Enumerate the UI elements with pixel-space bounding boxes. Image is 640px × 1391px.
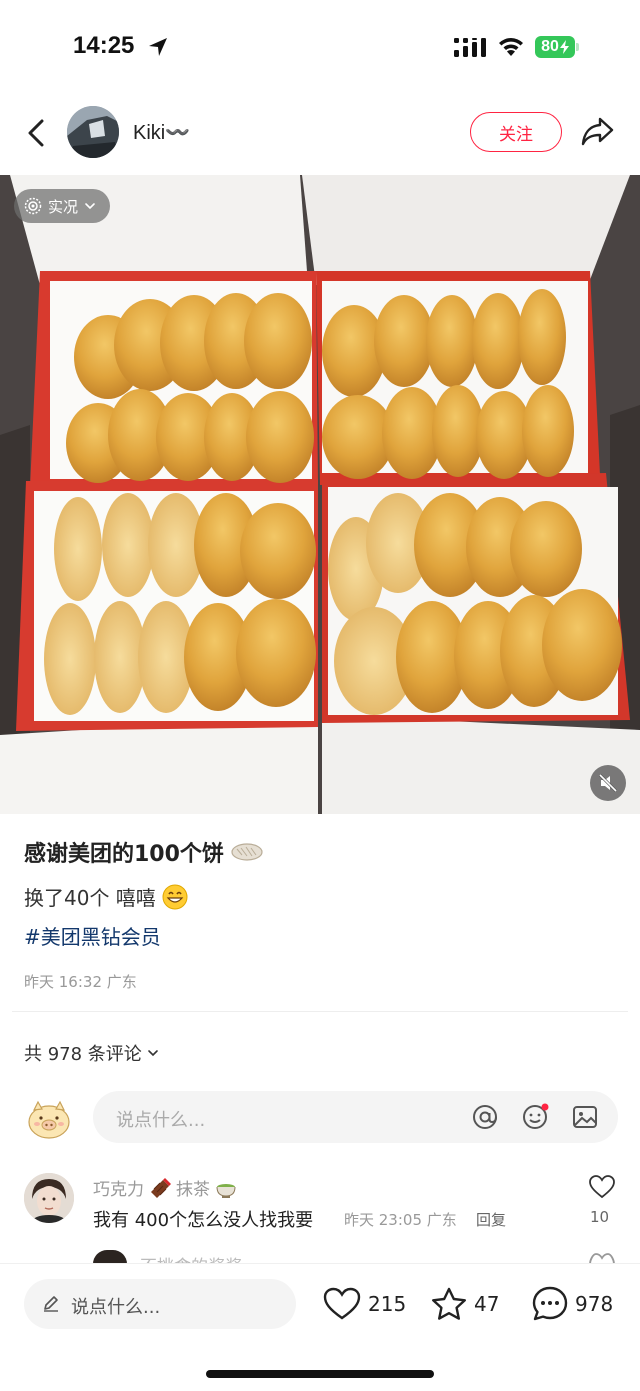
comment-total-count: 978 <box>575 1292 614 1316</box>
author-avatar[interactable] <box>67 106 119 158</box>
comment-button[interactable]: 978 <box>531 1284 613 1324</box>
speaker-muted-icon <box>598 773 618 793</box>
author-name[interactable]: Kiki〰️ <box>133 120 190 145</box>
bottom-input-placeholder: 说点什么... <box>71 1297 161 1318</box>
mooncake-boxes-image <box>0 175 640 814</box>
mention-icon[interactable] <box>471 1103 499 1131</box>
post-body: 换了40个 嘻嘻 <box>24 882 188 911</box>
status-bar: 14:25 80 <box>0 0 640 95</box>
battery-level: 80 <box>541 38 559 55</box>
chocolate-emoji-icon <box>151 1177 171 1198</box>
divider <box>12 1011 628 1012</box>
post-hashtag[interactable]: #美团黑钻会员 <box>24 921 161 950</box>
live-photo-icon <box>24 197 42 215</box>
commenter-name[interactable]: 巧克力 抹茶 <box>93 1175 238 1200</box>
live-photo-label: 实况 <box>48 197 79 216</box>
commenter-avatar[interactable] <box>93 1250 127 1264</box>
comment-like-count: 10 <box>590 1208 610 1226</box>
wifi-icon <box>499 38 523 56</box>
image-icon[interactable] <box>571 1103 599 1131</box>
pen-icon <box>44 1296 58 1312</box>
comment-reply-button[interactable]: 回复 <box>476 1209 506 1230</box>
post-header: Kiki〰️ 关注 <box>0 95 640 175</box>
status-time: 14:25 <box>73 32 135 59</box>
post-body-text: 换了40个 嘻嘻 <box>24 886 156 910</box>
follow-button[interactable]: 关注 <box>470 112 562 152</box>
post-time-location: 昨天 16:32 广东 <box>24 973 137 991</box>
grinning-emoji-icon <box>162 884 188 909</box>
bottom-comment-input[interactable]: 说点什么... <box>24 1279 296 1329</box>
cellular-signal-icon <box>454 38 486 57</box>
comment-count-label: 共 978 条评论 <box>24 1044 142 1065</box>
comment-count-sort[interactable]: 共 978 条评论 <box>24 1040 160 1066</box>
post-title-text: 感谢美团的100个饼 <box>24 842 224 867</box>
home-indicator[interactable] <box>206 1370 434 1378</box>
chevron-down-icon <box>148 1050 158 1057</box>
back-icon[interactable] <box>22 115 50 151</box>
location-arrow-icon <box>149 38 167 56</box>
favorite-button[interactable]: 47 <box>430 1284 499 1324</box>
chevron-down-icon <box>85 203 95 210</box>
mute-button[interactable] <box>590 765 626 801</box>
like-button[interactable]: 215 <box>322 1284 406 1324</box>
avatar-image <box>67 106 119 158</box>
battery-indicator: 80 <box>535 36 575 58</box>
comment-text: 我有 400个怎么没人找我要 <box>93 1210 314 1231</box>
live-photo-badge[interactable]: 实况 <box>14 189 111 223</box>
like-count: 215 <box>368 1292 407 1316</box>
charging-bolt-icon <box>559 40 569 54</box>
my-avatar-pig-icon[interactable] <box>24 1094 74 1144</box>
favorite-count: 47 <box>474 1292 500 1316</box>
commenter-name-suffix: 抹茶 <box>176 1180 210 1200</box>
post-title: 感谢美团的100个饼 <box>24 836 264 868</box>
commenter-name-text: 巧克力 <box>93 1180 144 1200</box>
battery-cap <box>576 43 579 51</box>
commenter-avatar[interactable] <box>24 1173 74 1223</box>
comment-bubble-icon <box>532 1286 568 1321</box>
comment-time-location: 昨天 23:05 广东 <box>344 1211 457 1229</box>
heart-icon <box>323 1287 361 1320</box>
comment-input-placeholder: 说点什么... <box>116 1110 206 1131</box>
share-icon[interactable] <box>580 113 616 149</box>
comment-input[interactable]: 说点什么... <box>93 1091 618 1143</box>
post-photo[interactable]: 实况 <box>0 175 640 814</box>
heart-icon[interactable] <box>588 1174 616 1200</box>
emoji-icon[interactable] <box>521 1103 549 1131</box>
star-icon <box>432 1287 466 1320</box>
biscuit-emoji-icon <box>231 843 263 861</box>
matcha-emoji-icon <box>216 1183 236 1198</box>
commenter-avatar-image <box>24 1173 74 1223</box>
